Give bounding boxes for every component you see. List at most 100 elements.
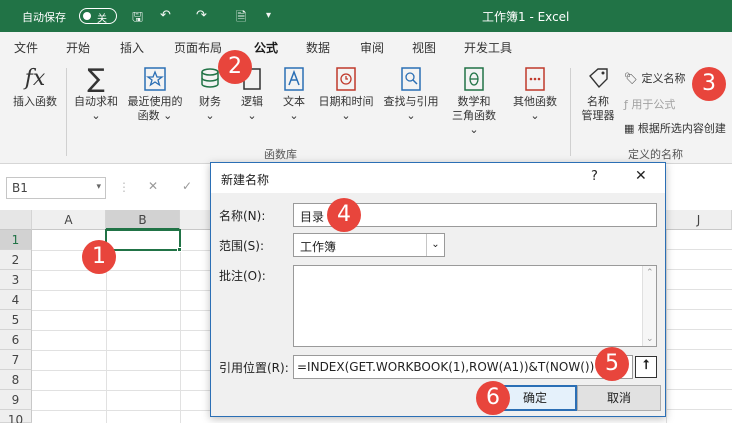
function-library-group-label: 函数库 — [264, 148, 297, 161]
row-header[interactable]: 6 — [0, 330, 32, 350]
cancel-icon[interactable]: ✕ — [148, 179, 158, 193]
comment-textarea[interactable]: ⌃ ⌄ — [293, 265, 657, 347]
close-icon[interactable]: ✕ — [635, 168, 647, 184]
scroll-up-icon[interactable]: ⌃ — [646, 268, 654, 278]
refers-to-value: =INDEX(GET.WORKBOOK(1),ROW(A1))&T(NOW()) — [297, 360, 595, 374]
grid-line — [32, 410, 212, 411]
comment-label: 批注(O): — [219, 269, 266, 283]
use-in-formula-label: 用于公式 — [631, 98, 676, 111]
lookup-label: 查找与引用 — [383, 95, 439, 108]
scope-select[interactable]: 工作簿 ⌄ — [293, 233, 445, 257]
grid-line — [32, 350, 212, 351]
fill-handle[interactable] — [177, 247, 182, 252]
grid-line — [180, 230, 181, 423]
row-header[interactable]: 7 — [0, 350, 32, 370]
print-preview-icon[interactable]: 🗎 — [236, 8, 246, 30]
datetime-label: 日期和时间 — [318, 95, 374, 108]
row-header[interactable]: 4 — [0, 290, 32, 310]
scope-select-value: 工作簿 — [300, 240, 337, 254]
recently-used-button[interactable]: 最近使用的 函数 ⌄ — [122, 66, 188, 123]
select-all-corner[interactable] — [0, 210, 32, 230]
row-header[interactable]: 8 — [0, 370, 32, 390]
ribbon-tabs: 文件 开始 插入 页面布局 公式 数据 审阅 视图 开发工具 — [0, 32, 732, 62]
row-header[interactable]: 5 — [0, 310, 32, 330]
datetime-button[interactable]: 日期和时间 ⌄ — [316, 66, 376, 123]
grid-line — [32, 330, 212, 331]
autosum-button[interactable]: ∑ 自动求和 ⌄ — [70, 66, 122, 123]
comment-scrollbar[interactable]: ⌃ ⌄ — [642, 266, 656, 346]
column-header[interactable]: J — [666, 210, 732, 230]
ribbon: fx 插入函数 ∑ 自动求和 ⌄ 最近使用的 函数 ⌄ 财务 ⌄ 逻辑 ⌄ 文本 ⌄ … — [0, 60, 732, 164]
redo-icon[interactable]: ↷ — [196, 8, 207, 23]
grid-line — [32, 370, 212, 371]
recently-used-label-1: 最近使用的 — [127, 95, 183, 108]
scroll-down-icon[interactable]: ⌄ — [646, 334, 654, 344]
name-manager-button[interactable]: 名称 管理器 — [576, 66, 620, 123]
use-in-formula-button[interactable]: ƒ 用于公式 — [624, 96, 675, 112]
name-label: 名称(N): — [219, 209, 266, 223]
ribbon-separator — [66, 68, 67, 156]
row-header-selected[interactable]: 1 — [0, 230, 32, 250]
text-a-icon — [284, 67, 304, 91]
tab-page-layout[interactable]: 页面布局 — [174, 39, 222, 56]
tab-insert[interactable]: 插入 — [120, 39, 144, 56]
text-button[interactable]: 文本 ⌄ — [276, 66, 312, 123]
fx-icon: fx — [24, 66, 46, 91]
lookup-button[interactable]: 查找与引用 ⌄ — [380, 66, 442, 123]
row-header[interactable]: 3 — [0, 270, 32, 290]
define-name-button[interactable]: 🏷 定义名称 — [624, 70, 685, 86]
create-from-selection-label: 根据所选内容创建 — [637, 122, 726, 135]
row-header[interactable]: 10 — [0, 410, 32, 423]
more-functions-button[interactable]: 其他函数 ⌄ — [506, 66, 564, 123]
step-callout-6: 6 — [476, 381, 510, 415]
grid-line — [32, 390, 212, 391]
clock-icon — [336, 67, 356, 91]
step-callout-2: 2 — [218, 50, 252, 84]
tab-review[interactable]: 审阅 — [360, 39, 384, 56]
column-header-partial[interactable] — [180, 210, 212, 230]
ribbon-separator — [570, 68, 571, 156]
insert-function-label: 插入函数 — [13, 95, 57, 108]
row-header[interactable]: 9 — [0, 390, 32, 410]
undo-icon[interactable]: ↶ — [160, 8, 171, 23]
define-name-label: 定义名称 — [641, 72, 686, 85]
tab-home[interactable]: 开始 — [66, 39, 90, 56]
refers-to-field[interactable]: =INDEX(GET.WORKBOOK(1),ROW(A1))&T(NOW()) — [293, 355, 633, 379]
help-icon[interactable]: ? — [591, 169, 598, 184]
tab-data[interactable]: 数据 — [306, 39, 330, 56]
tab-developer[interactable]: 开发工具 — [464, 39, 512, 56]
collapse-dialog-button[interactable]: ⭡ — [635, 356, 657, 378]
separator-dots: ⋮ — [118, 180, 130, 194]
autosave-toggle[interactable]: 关 — [79, 8, 117, 25]
column-header-selected[interactable]: B — [106, 210, 180, 230]
save-icon[interactable]: 🖫 — [132, 8, 143, 30]
tab-file[interactable]: 文件 — [14, 39, 38, 56]
step-callout-3: 3 — [692, 67, 726, 101]
tab-formulas[interactable]: 公式 — [254, 39, 279, 62]
enter-icon[interactable]: ✓ — [182, 179, 192, 193]
customize-qat-icon[interactable]: ▾ — [266, 10, 271, 21]
toggle-state: 关 — [97, 14, 107, 25]
title-bar: 自动保存 关 🖫 ↶ ↷ 🗎 ▾ 工作簿1 - Excel — [0, 0, 732, 32]
grid-cells-right — [666, 230, 732, 423]
active-cell-b1[interactable] — [105, 229, 181, 251]
logical-label: 逻辑 — [241, 95, 263, 108]
create-from-selection-button[interactable]: ▦ 根据所选内容创建 — [624, 120, 726, 136]
autosum-label: 自动求和 — [74, 95, 118, 108]
sigma-icon: ∑ — [87, 64, 105, 94]
name-box[interactable]: B1 ▾ — [6, 177, 106, 199]
math-trig-button[interactable]: 数学和 三角函数 ⌄ — [446, 66, 502, 137]
refers-to-label: 引用位置(R): — [219, 361, 289, 375]
star-icon — [144, 67, 166, 91]
cancel-button[interactable]: 取消 — [577, 385, 661, 411]
more-functions-icon — [525, 67, 545, 91]
tab-view[interactable]: 视图 — [412, 39, 436, 56]
scope-label: 范围(S): — [219, 239, 265, 253]
defined-names-group-label: 定义的名称 — [628, 148, 683, 161]
new-name-dialog: 新建名称 ? ✕ 名称(N): 目录 范围(S): 工作簿 ⌄ 批注(O): ⌃… — [210, 162, 666, 417]
insert-function-button[interactable]: fx 插入函数 — [8, 66, 62, 109]
row-header[interactable]: 2 — [0, 250, 32, 270]
recently-used-label-2: 函数 — [137, 109, 160, 122]
column-header[interactable]: A — [32, 210, 106, 230]
name-manager-label-1: 名称 — [587, 95, 609, 108]
